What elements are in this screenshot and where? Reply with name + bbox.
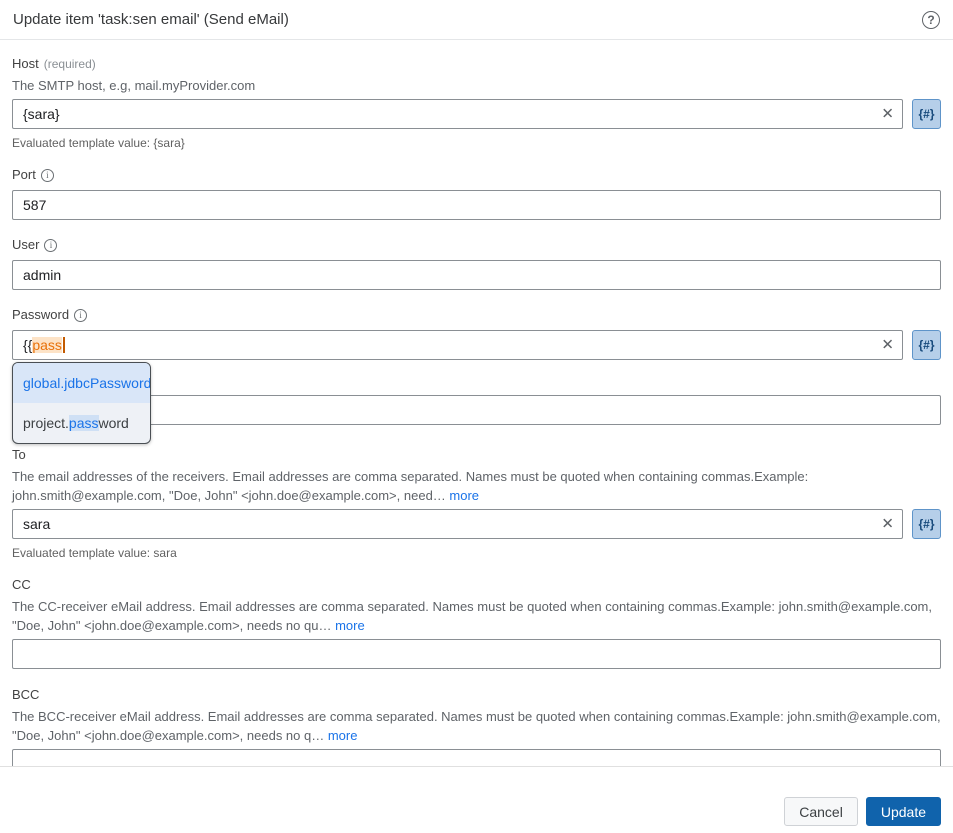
cc-description-text: The CC-receiver eMail address. Email add…	[12, 599, 932, 633]
field-host: Host (required) The SMTP host, e.g, mail…	[12, 56, 941, 150]
bcc-label-text: BCC	[12, 687, 40, 702]
password-clear-icon[interactable]: ✕	[881, 338, 894, 353]
password-info-icon[interactable]: i	[74, 308, 88, 322]
to-input[interactable]	[12, 509, 903, 539]
bcc-more-link[interactable]: more	[328, 728, 358, 743]
text-cursor	[62, 337, 65, 353]
cc-more-link[interactable]: more	[335, 618, 365, 633]
field-password: Password i {{pass ✕ {#} global.jdbcPassw…	[12, 307, 941, 444]
port-label: Port i	[12, 167, 941, 183]
to-label-text: To	[12, 447, 26, 462]
to-template-button[interactable]: {#}	[912, 509, 941, 539]
host-label-text: Host	[12, 56, 39, 71]
user-label-text: User	[12, 237, 40, 252]
bcc-description-text: The BCC-receiver eMail address. Email ad…	[12, 709, 941, 743]
password-input[interactable]: {{pass	[12, 330, 903, 360]
cancel-button[interactable]: Cancel	[784, 797, 858, 826]
bcc-label: BCC	[12, 687, 941, 703]
to-description: The email addresses of the receivers. Em…	[12, 467, 941, 505]
dialog-title: Update item 'task:sen email' (Send eMail…	[13, 11, 289, 28]
host-clear-icon[interactable]: ✕	[881, 107, 894, 122]
bcc-description: The BCC-receiver eMail address. Email ad…	[12, 707, 941, 745]
field-obscured	[12, 395, 941, 425]
to-label: To	[12, 447, 941, 463]
autocomplete-option-global-jdbcpassword[interactable]: global.jdbcPassword	[13, 363, 150, 403]
password-template-button[interactable]: {#}	[912, 330, 941, 360]
bcc-input[interactable]	[12, 749, 941, 766]
to-description-text: The email addresses of the receivers. Em…	[12, 469, 809, 503]
host-required-note: (required)	[43, 57, 96, 71]
field-bcc: BCC The BCC-receiver eMail address. Emai…	[12, 687, 941, 766]
field-user: User i	[12, 237, 941, 290]
cc-description: The CC-receiver eMail address. Email add…	[12, 597, 941, 635]
host-input[interactable]	[12, 99, 903, 129]
dialog-header: Update item 'task:sen email' (Send eMail…	[0, 0, 953, 40]
field-cc: CC The CC-receiver eMail address. Email …	[12, 577, 941, 669]
user-input[interactable]	[12, 260, 941, 290]
password-label: Password i	[12, 307, 941, 323]
to-more-link[interactable]: more	[449, 488, 479, 503]
password-value-prefix: {{	[23, 337, 33, 353]
obscured-input[interactable]	[12, 395, 941, 425]
user-info-icon[interactable]: i	[44, 238, 58, 252]
host-description: The SMTP host, e.g, mail.myProvider.com	[12, 78, 256, 93]
host-template-button[interactable]: {#}	[912, 99, 941, 129]
cc-input[interactable]	[12, 639, 941, 669]
option-match: pass	[68, 415, 99, 431]
to-evaluated-value: Evaluated template value: sara	[12, 546, 177, 560]
cc-label-text: CC	[12, 577, 31, 592]
port-info-icon[interactable]: i	[40, 168, 54, 182]
autocomplete-dropdown: global.jdbcPassword project. pass word	[12, 362, 151, 444]
autocomplete-option-project-password[interactable]: project. pass word	[13, 403, 150, 443]
field-to: To The email addresses of the receivers.…	[12, 447, 941, 560]
password-label-text: Password	[12, 307, 70, 322]
user-label: User i	[12, 237, 941, 253]
dialog-footer: Cancel Update	[0, 766, 953, 833]
option-prefix: project.	[23, 415, 69, 431]
to-clear-icon[interactable]: ✕	[881, 517, 894, 532]
option-suffix: word	[98, 415, 129, 431]
cc-label: CC	[12, 577, 941, 593]
host-label: Host (required)	[12, 56, 941, 72]
help-icon[interactable]: ?	[922, 10, 940, 29]
update-button[interactable]: Update	[865, 797, 941, 826]
host-evaluated-value: Evaluated template value: {sara}	[12, 136, 185, 150]
port-input[interactable]	[12, 190, 941, 220]
port-label-text: Port	[12, 167, 36, 182]
password-value-typed: pass	[32, 337, 62, 353]
form-body: Host (required) The SMTP host, e.g, mail…	[0, 40, 953, 766]
field-port: Port i	[12, 167, 941, 220]
